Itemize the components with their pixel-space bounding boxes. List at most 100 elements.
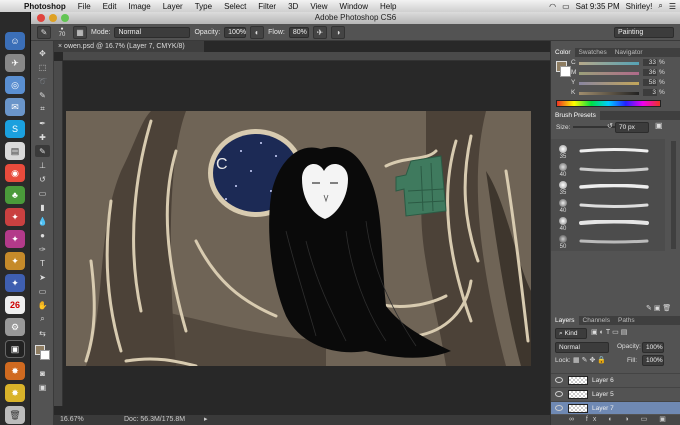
brush-preset-picker[interactable]: ● 70 xyxy=(55,26,69,38)
layer-filter-icons[interactable]: ▣◐T▭▤ xyxy=(591,328,629,336)
opacity-field[interactable]: 100% xyxy=(224,26,247,38)
zoom-level[interactable]: 16.67% xyxy=(60,415,84,425)
zoom-icon[interactable] xyxy=(61,14,69,22)
chrome-icon[interactable]: ◉ xyxy=(5,164,25,182)
tab-navigator[interactable]: Navigator xyxy=(611,48,647,57)
menu-help[interactable]: Help xyxy=(374,2,402,11)
minimize-icon[interactable] xyxy=(49,14,57,22)
app-icon-1[interactable]: ✦ xyxy=(5,208,25,226)
tab-paths[interactable]: Paths xyxy=(614,316,639,325)
shape-tool-icon[interactable]: ▭ xyxy=(35,285,50,297)
move-tool-icon[interactable]: ✥ xyxy=(35,47,50,59)
slider-magenta[interactable]: M 36 % xyxy=(571,69,665,77)
app-icon-3[interactable]: ✦ xyxy=(5,252,25,270)
cyan-value[interactable]: 33 xyxy=(643,59,657,66)
finder-icon[interactable]: ☺ xyxy=(5,32,25,50)
app-icon-6[interactable]: ✸ xyxy=(5,384,25,402)
gradient-tool-icon[interactable]: ▮ xyxy=(35,201,50,213)
brush-panel-icon[interactable]: ✎ xyxy=(646,305,652,312)
battery-icon[interactable]: ▭ xyxy=(562,2,570,11)
calendar-icon[interactable]: 26 xyxy=(5,296,25,314)
history-brush-icon[interactable]: ↺ xyxy=(35,173,50,185)
menu-select[interactable]: Select xyxy=(218,2,252,11)
launchpad-icon[interactable]: ✈ xyxy=(5,54,25,72)
zoom-tool-icon[interactable]: ⌕ xyxy=(35,313,50,325)
tab-channels[interactable]: Channels xyxy=(579,316,614,325)
menu-app[interactable]: Photoshop xyxy=(18,2,72,11)
path-select-tool-icon[interactable]: ➤ xyxy=(35,271,50,283)
tab-color[interactable]: Color xyxy=(551,48,575,57)
visibility-eye-icon[interactable] xyxy=(555,391,563,397)
layers-footer-icons[interactable]: ∞ fx ◐ ◑ ▭ ▣ 🗑 xyxy=(551,415,680,425)
quick-mask-icon[interactable]: ◙ xyxy=(35,367,50,379)
yellow-track[interactable] xyxy=(579,82,639,85)
slider-yellow[interactable]: Y 58 % xyxy=(571,79,665,87)
layer-filter-select[interactable]: ⌕ Kind xyxy=(555,328,587,339)
layer-row-7-selected[interactable]: Layer 7 xyxy=(551,401,680,414)
brush-tool-icon[interactable]: ✎ xyxy=(37,25,51,39)
background-color-swatch[interactable] xyxy=(40,350,50,360)
eyedropper-tool-icon[interactable]: ✒ xyxy=(35,117,50,129)
tab-swatches[interactable]: Swatches xyxy=(575,48,611,57)
black-value[interactable]: 3 xyxy=(643,89,657,96)
menu-window[interactable]: Window xyxy=(334,2,374,11)
doc-size[interactable]: Doc: 56.3M/175.8M xyxy=(124,415,185,425)
menu-image[interactable]: Image xyxy=(122,2,156,11)
preview-icon[interactable]: ▤ xyxy=(5,142,25,160)
lock-icons[interactable]: ▦✎✥🔒 xyxy=(573,356,608,364)
delete-brush-icon[interactable]: 🗑 xyxy=(662,305,671,312)
brush-tool-icon[interactable]: ✎ xyxy=(35,145,50,157)
lasso-tool-icon[interactable]: ➰ xyxy=(35,75,50,87)
size-pressure-icon[interactable]: ◑ xyxy=(330,25,345,39)
new-preset-icon[interactable]: ▣ xyxy=(655,121,663,130)
pen-tool-icon[interactable]: ✑ xyxy=(35,243,50,255)
type-tool-icon[interactable]: T xyxy=(35,257,50,269)
airbrush-icon[interactable]: ✈ xyxy=(312,25,327,39)
menu-file[interactable]: File xyxy=(72,2,97,11)
menu-3d[interactable]: 3D xyxy=(282,2,304,11)
layer-opacity-field[interactable]: 100% xyxy=(642,342,664,353)
brush-size-field[interactable]: 70 px xyxy=(615,122,649,133)
layer-row-5[interactable]: Layer 5 xyxy=(551,387,680,400)
close-tab-icon[interactable]: × xyxy=(58,43,62,50)
list-icon[interactable]: ☰ xyxy=(669,2,676,11)
wifi-icon[interactable]: ◠ xyxy=(549,2,556,11)
user-name[interactable]: Shirley! xyxy=(626,2,653,11)
menu-view[interactable]: View xyxy=(304,2,333,11)
vertical-ruler[interactable] xyxy=(54,61,63,406)
workspace-select[interactable]: Painting xyxy=(614,26,674,38)
brush-size-slider[interactable] xyxy=(573,126,621,128)
trash-icon[interactable]: 🗑 xyxy=(5,406,25,424)
tab-layers[interactable]: Layers xyxy=(551,316,579,325)
layer-name[interactable]: Layer 5 xyxy=(592,391,614,398)
cyan-track[interactable] xyxy=(579,62,639,65)
layer-blend-mode[interactable]: Normal xyxy=(555,342,609,353)
quick-select-tool-icon[interactable]: ✎ xyxy=(35,89,50,101)
brush-preset-4[interactable]: 40 xyxy=(555,199,655,214)
search-icon[interactable]: ⌕ xyxy=(658,1,662,11)
clock[interactable]: Sat 9:35 PM xyxy=(576,2,620,11)
mode-select[interactable]: Normal xyxy=(114,26,191,38)
color-spectrum[interactable] xyxy=(556,100,661,107)
slider-black[interactable]: K 3 % xyxy=(571,89,665,97)
layer-name[interactable]: Layer 7 xyxy=(592,405,614,412)
visibility-eye-icon[interactable] xyxy=(555,377,563,383)
black-track[interactable] xyxy=(579,92,639,95)
app-icon-2[interactable]: ✦ xyxy=(5,230,25,248)
brush-preset-1[interactable]: 35 xyxy=(555,145,655,160)
skype-icon[interactable]: S xyxy=(5,120,25,138)
game-icon[interactable]: ♣ xyxy=(5,186,25,204)
slider-cyan[interactable]: C 33 % xyxy=(571,59,665,67)
menu-edit[interactable]: Edit xyxy=(97,2,123,11)
blur-tool-icon[interactable]: 💧 xyxy=(35,215,50,227)
crop-tool-icon[interactable]: ⌗ xyxy=(35,103,50,115)
magenta-track[interactable] xyxy=(579,72,639,75)
opacity-pressure-icon[interactable]: ◐ xyxy=(250,25,265,39)
hand-tool-icon[interactable]: ✋ xyxy=(35,299,50,311)
close-icon[interactable] xyxy=(37,14,45,22)
healing-tool-icon[interactable]: ✚ xyxy=(35,131,50,143)
layer-name[interactable]: Layer 6 xyxy=(592,377,614,384)
screen-mode-icon[interactable]: ▣ xyxy=(35,381,50,393)
menu-filter[interactable]: Filter xyxy=(252,2,282,11)
menu-type[interactable]: Type xyxy=(189,2,218,11)
